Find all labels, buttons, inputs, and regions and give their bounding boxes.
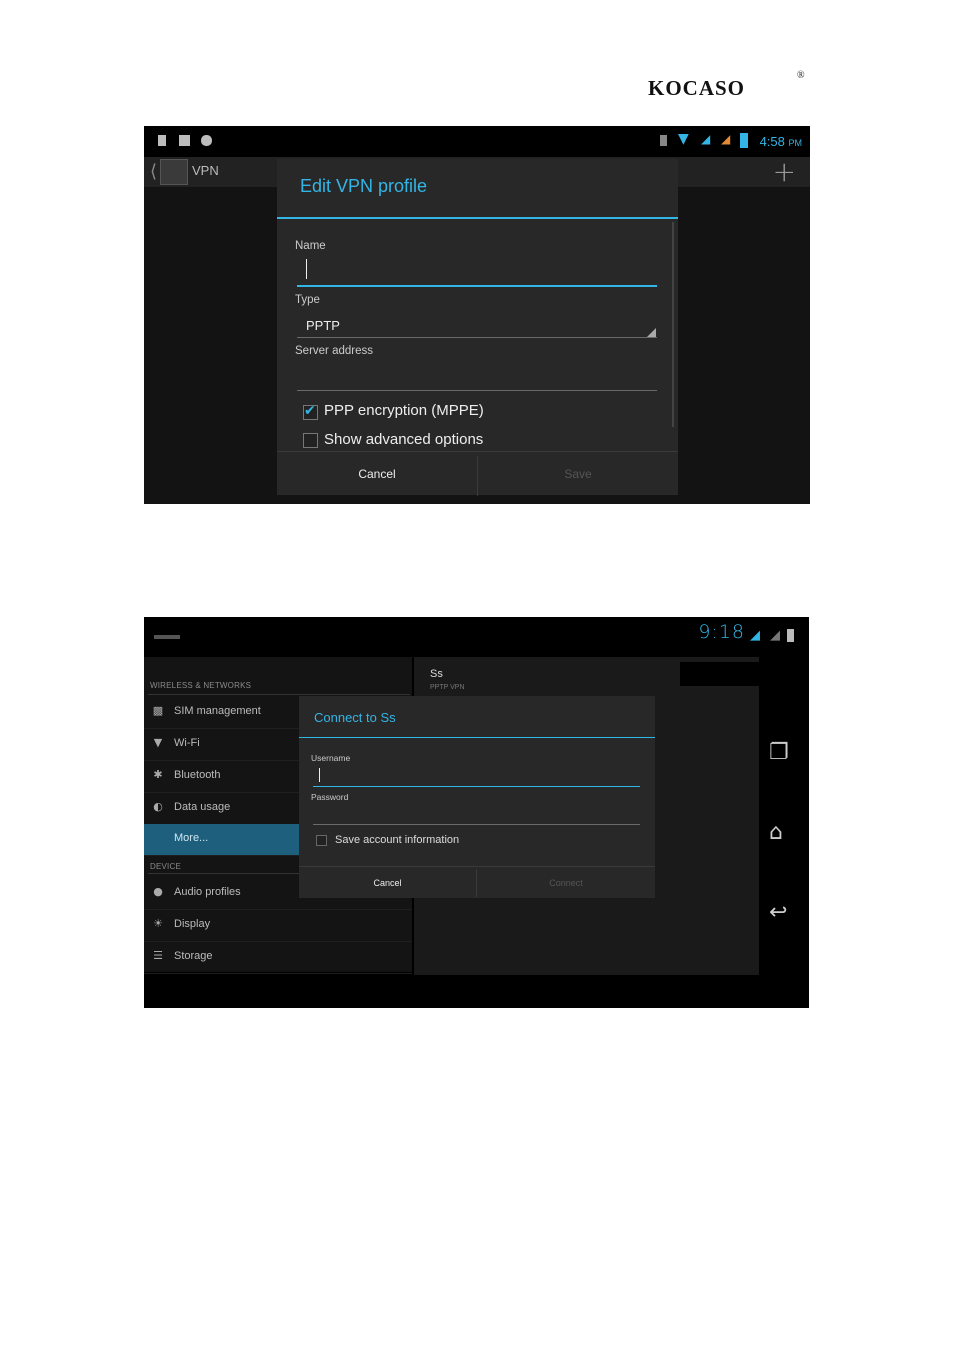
dialog-title: Connect to Ss	[314, 710, 396, 725]
screenshot-edit-vpn: ▼ ◢ ◢ 4:58 PM ⟨ VPN + Edit VPN profile N…	[144, 126, 810, 504]
storage-icon: ☰	[153, 949, 163, 962]
vpn-entry-panel	[680, 662, 805, 686]
status-time: 9:18	[698, 621, 745, 643]
connect-vpn-dialog: Connect to Ss Username Password Save acc…	[299, 696, 655, 898]
vpn-entry-type: PPTP VPN	[430, 684, 465, 691]
type-label: Type	[295, 294, 320, 306]
type-field-underline	[297, 337, 657, 338]
username-label: Username	[311, 753, 351, 763]
wifi-icon: ▼	[678, 131, 689, 147]
cancel-button[interactable]: Cancel	[299, 867, 476, 899]
name-field-underline	[297, 285, 657, 287]
device-header: DEVICE	[150, 862, 181, 871]
name-label: Name	[295, 240, 326, 252]
settings-item-label: Storage	[174, 950, 213, 962]
dialog-button-bar: Cancel Connect	[299, 866, 655, 899]
screenshot-icon	[179, 135, 190, 146]
battery-icon	[787, 629, 794, 642]
settings-item-label: Data usage	[174, 801, 231, 813]
settings-item-label: Wi-Fi	[174, 737, 200, 749]
type-select[interactable]: PPTP	[306, 318, 340, 333]
password-field-underline	[313, 824, 640, 825]
dialog-title: Edit VPN profile	[300, 176, 428, 196]
status-time: 4:58 PM	[760, 134, 802, 149]
username-field-underline	[313, 786, 640, 787]
edit-vpn-dialog: Edit VPN profile Name Type PPTP Server a…	[277, 159, 678, 496]
settings-item-label: More...	[174, 832, 209, 844]
back-caret-icon[interactable]: ⟨	[150, 161, 157, 182]
dialog-button-bar: Cancel Save	[277, 451, 678, 496]
action-bar-title: VPN	[192, 163, 219, 178]
password-label: Password	[311, 792, 349, 802]
text-cursor	[319, 768, 320, 782]
home-icon[interactable]: ⌂	[769, 820, 783, 845]
audio-icon: ●	[153, 885, 163, 898]
settings-item-label: Bluetooth	[174, 769, 221, 781]
ppp-encryption-checkbox[interactable]	[303, 403, 318, 420]
add-icon[interactable]: +	[773, 155, 796, 188]
ppp-encryption-label[interactable]: PPP encryption (MPPE)	[324, 402, 484, 419]
usb-icon	[158, 135, 166, 146]
server-address-label: Server address	[295, 345, 373, 357]
settings-item-label: SIM management	[174, 705, 261, 717]
save-account-checkbox[interactable]	[316, 835, 327, 846]
sim-icon: ▩	[152, 704, 164, 717]
battery-icon	[740, 133, 748, 148]
header-divider	[148, 694, 410, 695]
app-icon	[154, 635, 180, 639]
save-button[interactable]: Save	[478, 452, 678, 496]
time-ampm: PM	[788, 138, 803, 148]
screenshot-connect-vpn: 9:18 ◢ ◢ WIRELESS & NETWORKS ▩ SIM manag…	[144, 617, 809, 1008]
wifi-icon: ▼	[153, 736, 163, 749]
time-value: 4:58	[759, 134, 785, 149]
display-icon: ☀	[153, 917, 163, 930]
settings-item-label: Display	[174, 918, 211, 930]
title-divider	[277, 217, 678, 219]
registered-mark: ®	[797, 70, 805, 81]
text-cursor	[306, 259, 307, 279]
cancel-button[interactable]: Cancel	[277, 452, 477, 496]
settings-app-icon[interactable]	[160, 159, 188, 185]
title-divider	[299, 737, 655, 738]
bluetooth-icon: ✱	[153, 768, 163, 781]
connect-button[interactable]: Connect	[477, 867, 655, 899]
android-debug-icon	[201, 135, 212, 146]
back-icon[interactable]: ↩	[769, 900, 787, 925]
signal-2-icon: ◢	[721, 132, 731, 146]
bluetooth-icon	[660, 135, 667, 146]
advanced-options-label[interactable]: Show advanced options	[324, 431, 483, 448]
scrollbar[interactable]	[672, 222, 674, 427]
status-bar: 9:18 ◢ ◢	[144, 617, 809, 651]
status-bar: ▼ ◢ ◢ 4:58 PM	[144, 126, 810, 157]
wireless-networks-header: WIRELESS & NETWORKS	[150, 681, 252, 690]
settings-item-display[interactable]: ☀ Display	[144, 910, 412, 942]
recent-apps-icon[interactable]: ❐	[769, 740, 789, 765]
brand-logo: KOCASO	[648, 76, 746, 100]
settings-item-storage[interactable]: ☰ Storage	[144, 942, 412, 974]
signal-2-icon: ◢	[770, 628, 780, 643]
settings-item-label: Audio profiles	[174, 886, 241, 898]
signal-icon: ◢	[701, 132, 711, 146]
save-account-label[interactable]: Save account information	[335, 834, 459, 846]
signal-icon: ◢	[750, 628, 760, 643]
server-field-underline	[297, 390, 657, 391]
vpn-entry-name[interactable]: Ss	[430, 668, 443, 680]
advanced-options-checkbox[interactable]	[303, 433, 318, 448]
navigation-bar: ❐ ⌂ ↩	[763, 712, 809, 972]
data-usage-icon: ◐	[153, 800, 163, 813]
